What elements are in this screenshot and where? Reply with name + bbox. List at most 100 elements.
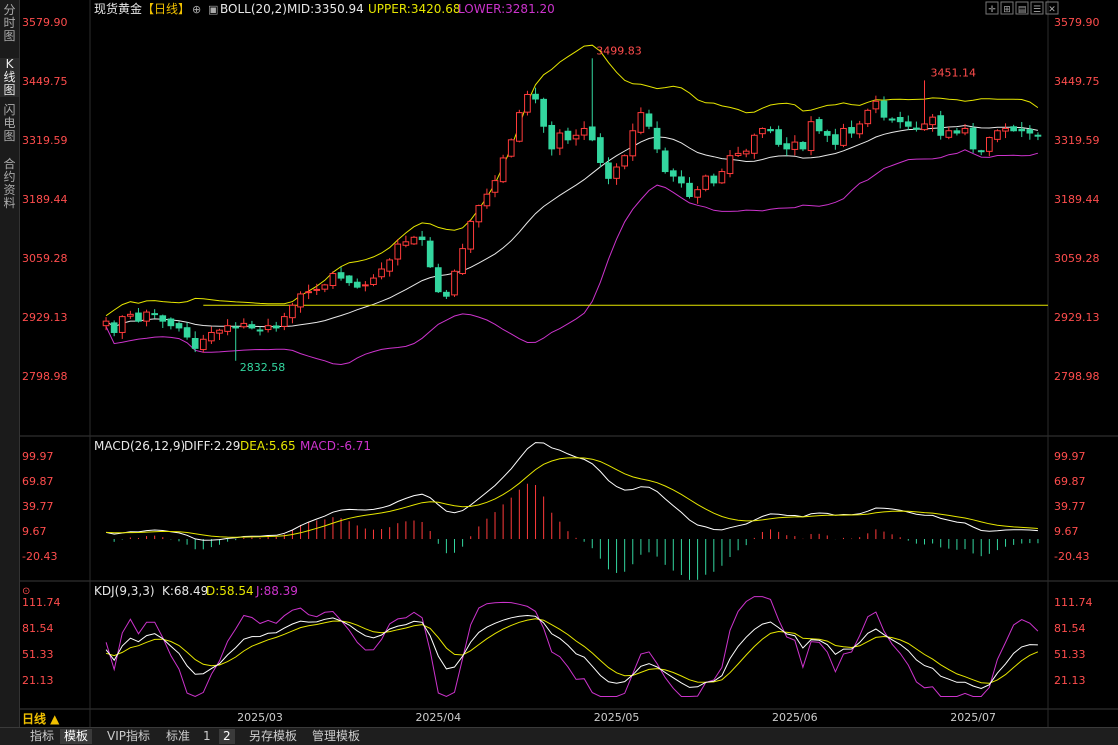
date-tick: 2025/05	[594, 711, 640, 724]
price-tick-left: 3059.28	[22, 252, 68, 265]
bottom-tab-5[interactable]: 2	[219, 729, 235, 744]
bottom-tab-2[interactable]: VIP指标	[103, 729, 154, 744]
macd-dea-line	[106, 457, 1038, 538]
candle-body	[872, 100, 880, 110]
candle-body	[127, 313, 134, 317]
candle-body	[459, 248, 466, 275]
candle-body	[507, 139, 515, 157]
macd-tick-right: -20.43	[1054, 550, 1089, 563]
crosshair-icon-glyph: ✛	[988, 5, 996, 15]
chart-svg[interactable]: ✛ ⊞ ▤ ☰ ✕3579.90 3579.903449.75 3449.753319.59…	[20, 0, 1118, 727]
candle-body	[661, 150, 669, 173]
kdj-j: J:88.39	[255, 584, 298, 598]
candle-body	[799, 141, 807, 150]
side-tab-1[interactable]: K 线 图	[0, 58, 19, 97]
candle-body	[272, 325, 280, 329]
candle-body	[386, 259, 394, 272]
price-tick-right: 2798.98	[1054, 370, 1100, 383]
candle-body	[135, 312, 142, 322]
candle-body	[734, 152, 742, 156]
candle-body	[515, 112, 523, 142]
candle-body	[175, 323, 183, 329]
kdj-k-line	[105, 614, 1038, 690]
candle-body	[726, 155, 734, 175]
period-tag: 【日线】	[142, 2, 190, 16]
candle-body	[394, 243, 402, 260]
bottom-tab-6[interactable]: 另存模板	[245, 729, 301, 744]
candle-body	[475, 205, 483, 223]
candle-body	[848, 127, 855, 134]
macd-tick-left: 69.87	[22, 475, 54, 488]
kdj-k: K:68.49	[162, 584, 208, 598]
candle-body	[426, 240, 434, 268]
candle-body	[151, 313, 159, 316]
candle-body	[240, 322, 248, 328]
bottom-tab-1[interactable]: 模板	[60, 729, 93, 744]
price-tick-left: 3579.90	[22, 16, 68, 29]
candle-body	[718, 171, 726, 184]
candle-body	[183, 327, 191, 338]
macd-tick-right: 99.97	[1054, 450, 1086, 463]
kdj-tick-right: 21.13	[1054, 674, 1086, 687]
candle-body	[791, 141, 799, 150]
candle-body	[297, 293, 304, 308]
date-tick: 2025/04	[415, 711, 461, 724]
macd-tick-right: 69.87	[1054, 475, 1086, 488]
candle-body	[953, 130, 961, 134]
bottom-tab-7[interactable]: 管理模板	[308, 729, 364, 744]
period-selector[interactable]: 日线 ▲	[22, 710, 59, 727]
candle-body	[548, 124, 556, 150]
candle-body	[653, 127, 661, 150]
price-tick-left: 3449.75	[22, 75, 68, 88]
side-tab-2[interactable]: 闪 电 图	[0, 104, 19, 143]
macd-tick-left: 99.97	[22, 450, 54, 463]
candle-body	[410, 236, 418, 245]
candle-body	[969, 127, 977, 150]
bottom-tab-0[interactable]: 指标	[26, 729, 58, 744]
candle-body	[110, 322, 118, 333]
candle-body	[216, 329, 223, 334]
side-tab-3[interactable]: 合 约 资 料	[0, 158, 19, 210]
kdj-tick-left: 81.54	[22, 622, 54, 635]
candle-body	[483, 193, 491, 207]
macd-tick-left: 9.67	[22, 525, 47, 538]
layout-icon-glyph: ▤	[1018, 5, 1027, 15]
boll-lower-line	[105, 149, 1039, 366]
candle-body	[904, 121, 912, 127]
candle-body	[280, 316, 288, 327]
side-tab-0[interactable]: 分 时 图	[0, 4, 19, 43]
settings-icon: ⊕	[192, 3, 201, 16]
candle-body	[880, 100, 888, 118]
macd-tick-right: 9.67	[1054, 525, 1079, 538]
candle-body	[118, 316, 126, 333]
candle-body	[937, 115, 945, 136]
candle-body	[896, 117, 904, 123]
candle-body	[621, 155, 629, 167]
candle-body	[783, 143, 791, 150]
candle-body	[1002, 127, 1009, 132]
candle-body	[767, 128, 774, 132]
candle-body	[597, 137, 604, 163]
zoom-icon-glyph: ⊞	[1003, 5, 1011, 15]
candle-body	[694, 189, 701, 198]
candle-body	[686, 182, 693, 197]
bottom-tab-3[interactable]: 标准	[162, 729, 194, 744]
kdj-tick-right: 51.33	[1054, 648, 1086, 661]
symbol-name: 现货黄金	[94, 1, 142, 16]
candle-body	[556, 132, 564, 149]
bottom-tab-4[interactable]: 1	[199, 729, 215, 744]
boll-lower: LOWER:3281.20	[458, 2, 555, 16]
price-tick-left: 3189.44	[22, 193, 68, 206]
candle-body	[637, 112, 645, 133]
date-tick: 2025/07	[950, 711, 996, 724]
kdj-settings-icon: ⊙	[22, 586, 30, 597]
kdj-tick-right: 111.74	[1054, 596, 1093, 609]
macd-tick-left: 39.77	[22, 500, 54, 513]
candle-body	[985, 137, 993, 152]
price-tick-right: 3059.28	[1054, 252, 1100, 265]
candle-body	[775, 129, 782, 145]
candle-body	[321, 284, 329, 290]
price-tick-right: 2929.13	[1054, 311, 1100, 324]
chart-area[interactable]: ✛ ⊞ ▤ ☰ ✕ 3579.90 3579.90 3449.75 3449.75 3319.59…	[20, 0, 1118, 744]
kdj-tick-right: 81.54	[1054, 622, 1086, 635]
